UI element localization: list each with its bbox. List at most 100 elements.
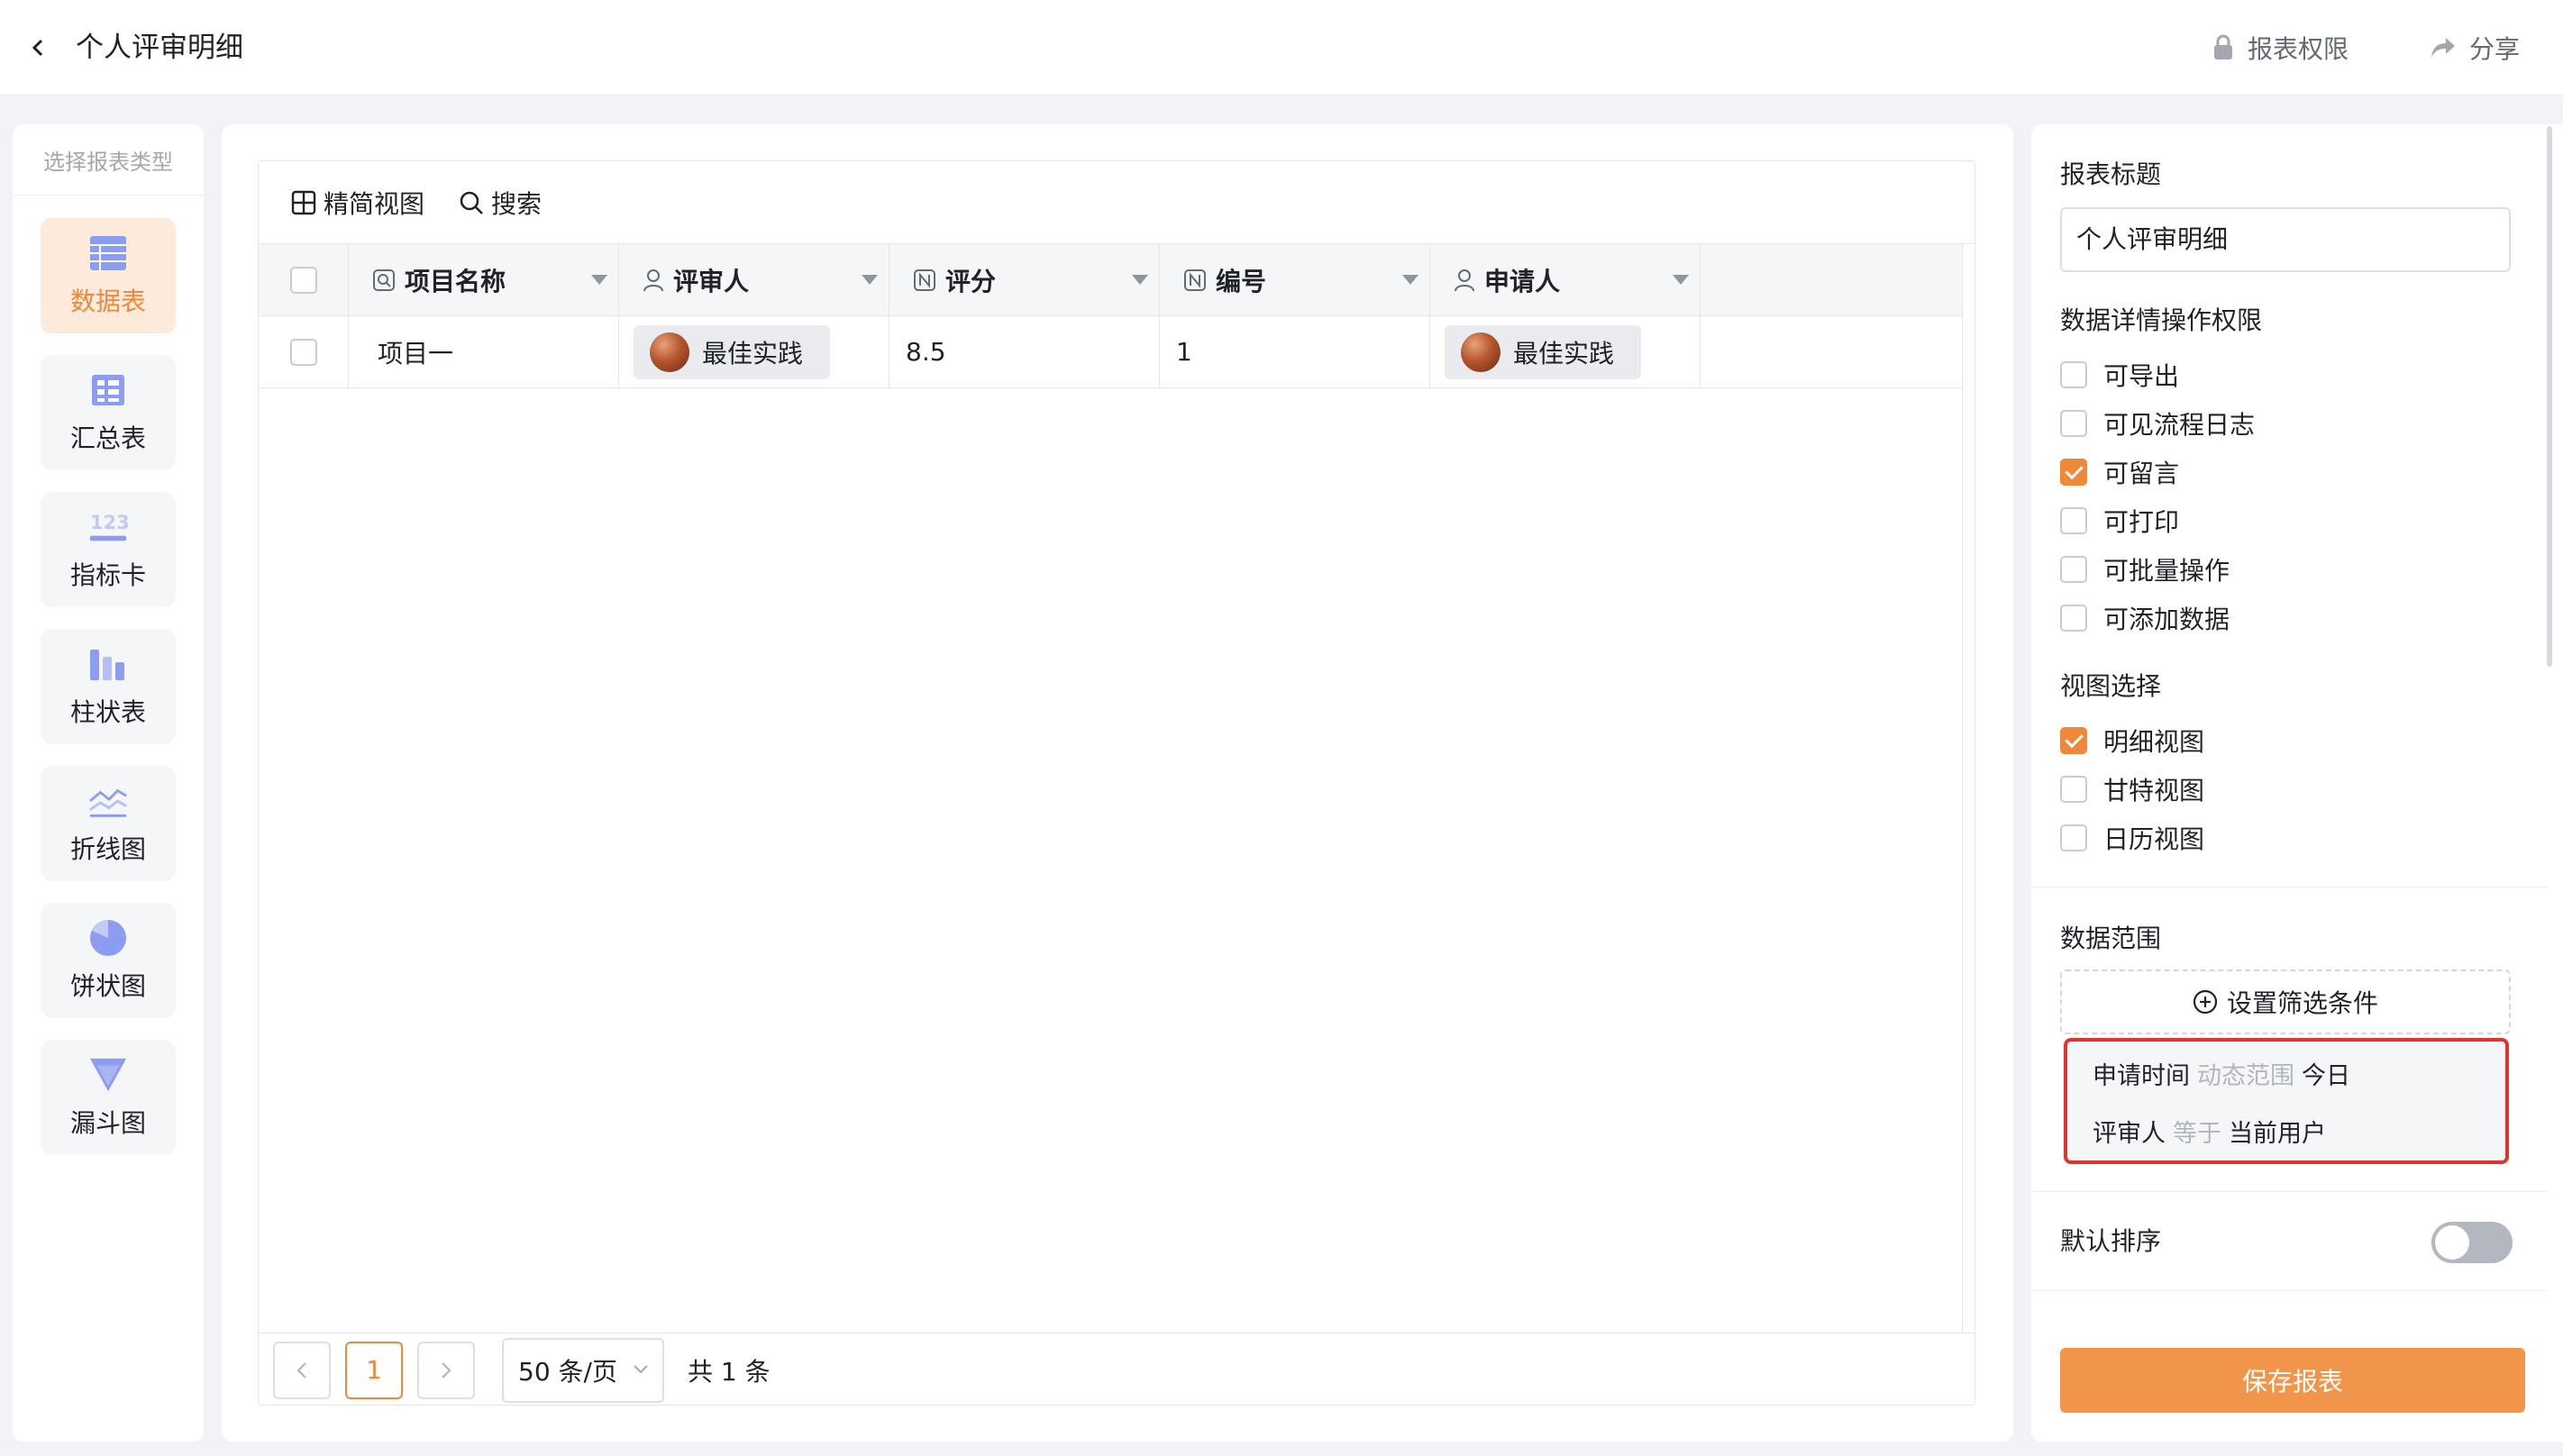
checkbox-label: 可打印 [2103, 507, 2180, 537]
type-card-line[interactable]: 折线图 [41, 766, 176, 881]
back-button[interactable] [16, 25, 61, 70]
row-checkbox[interactable] [289, 338, 317, 366]
checkbox[interactable] [2060, 361, 2087, 388]
caret-down-icon[interactable] [1402, 275, 1418, 285]
report-type-sidebar: 选择报表类型 数据表 汇总表 123 指标卡 柱状表 折线图 饼状图 漏斗图 [13, 124, 204, 1442]
column-header-label: 项目名称 [405, 266, 506, 296]
pagination: 1 50 条/页 共 1 条 [259, 1333, 1975, 1406]
type-card-label: 数据表 [69, 287, 146, 316]
metric-card-icon: 123 [88, 507, 128, 547]
next-page-button[interactable] [417, 1341, 475, 1399]
checkbox-checked[interactable] [2060, 727, 2087, 754]
table-row[interactable]: 项目一 最佳实践 8.5 1 最佳实践 [259, 316, 1962, 388]
share-label: 分享 [2469, 34, 2521, 64]
view-detail[interactable]: 明细视图 [2060, 723, 2204, 759]
user-icon [1454, 268, 1475, 292]
section-divider [2031, 1290, 2547, 1291]
share-icon [2431, 38, 2455, 58]
row-filler [1701, 316, 1962, 387]
section-divider [2031, 1191, 2547, 1192]
permission-batch[interactable]: 可批量操作 [2060, 551, 2230, 587]
type-card-table[interactable]: 数据表 [41, 218, 176, 333]
cell-number: 1 [1160, 316, 1430, 387]
add-filter-button[interactable]: 设置筛选条件 [2060, 969, 2511, 1034]
page-size-select[interactable]: 50 条/页 [502, 1337, 664, 1403]
permission-print[interactable]: 可打印 [2060, 503, 2179, 539]
caret-down-icon[interactable] [1673, 275, 1689, 285]
pie-chart-icon [88, 918, 128, 958]
column-header-number[interactable]: 编号 [1160, 244, 1430, 315]
type-card-label: 指标卡 [69, 560, 146, 590]
checkbox[interactable] [2060, 507, 2087, 534]
filter-condition[interactable]: 申请时间 动态范围 今日 [2093, 1056, 2350, 1091]
table-right-border [1962, 244, 1963, 1333]
page-size-value: 50 条/页 [518, 1356, 617, 1387]
view-select-label: 视图选择 [2060, 671, 2162, 701]
svg-text:123: 123 [90, 511, 128, 533]
number-icon [913, 268, 936, 292]
type-card-metric[interactable]: 123 指标卡 [41, 492, 176, 607]
type-card-label: 饼状图 [69, 971, 146, 1001]
default-sort-toggle[interactable] [2431, 1222, 2513, 1263]
type-card-funnel[interactable]: 漏斗图 [41, 1040, 176, 1155]
cell-applicant: 最佳实践 [1430, 316, 1701, 387]
checkbox-checked[interactable] [2060, 459, 2087, 486]
column-header-applicant[interactable]: 申请人 [1430, 244, 1701, 315]
view-calendar[interactable]: 日历视图 [2060, 820, 2204, 856]
permission-add-data[interactable]: 可添加数据 [2060, 600, 2230, 636]
permission-export[interactable]: 可导出 [2060, 357, 2179, 393]
user-chip[interactable]: 最佳实践 [1445, 324, 1642, 379]
chevron-left-icon [32, 39, 43, 57]
select-all-checkbox[interactable] [289, 266, 317, 294]
report-title-input[interactable]: 个人评审明细 [2060, 207, 2511, 272]
top-bar: 个人评审明细 报表权限 分享 [0, 0, 2563, 96]
table-icon [88, 233, 128, 273]
share-button[interactable]: 分享 [2430, 25, 2520, 70]
compact-view-button[interactable]: 精简视图 [291, 185, 424, 221]
table-toolbar: 精简视图 搜索 [259, 161, 1975, 244]
column-header-label: 评分 [945, 266, 997, 296]
checkbox[interactable] [2060, 556, 2087, 583]
permission-flow-log[interactable]: 可见流程日志 [2060, 405, 2255, 441]
filter-condition[interactable]: 评审人 等于 当前用户 [2093, 1114, 2326, 1149]
page-number-button[interactable]: 1 [345, 1341, 403, 1399]
grid-view-icon [291, 190, 316, 214]
user-chip[interactable]: 最佳实践 [634, 324, 831, 379]
checkbox[interactable] [2060, 776, 2087, 803]
checkbox-label: 日历视图 [2103, 824, 2205, 854]
column-header-label: 编号 [1216, 266, 1267, 296]
column-header-reviewer[interactable]: 评审人 [619, 244, 889, 315]
toggle-knob [2435, 1225, 2469, 1260]
filter-value: 今日 [2302, 1062, 2350, 1090]
type-card-pivot[interactable]: 汇总表 [41, 355, 176, 470]
total-count: 共 1 条 [688, 1356, 771, 1387]
cell-score: 8.5 [889, 316, 1160, 387]
type-card-bar[interactable]: 柱状表 [41, 629, 176, 744]
column-header-label: 评审人 [673, 266, 750, 296]
header-select-all [259, 244, 349, 315]
data-table: 精简视图 搜索 项目名称 评审人 评分 编号 申请人 项目一 最佳实践 8.5 … [258, 160, 1975, 1406]
filter-field: 评审人 [2093, 1120, 2166, 1148]
type-card-label: 漏斗图 [69, 1108, 146, 1138]
view-gantt[interactable]: 甘特视图 [2060, 771, 2204, 807]
user-chip-name: 最佳实践 [702, 338, 804, 369]
compact-view-label: 精简视图 [324, 188, 425, 219]
report-permission-button[interactable]: 报表权限 [2212, 25, 2349, 70]
type-card-pie[interactable]: 饼状图 [41, 903, 176, 1018]
checkbox[interactable] [2060, 410, 2087, 437]
row-select-cell [259, 316, 349, 387]
checkbox-label: 可见流程日志 [2103, 410, 2256, 440]
checkbox[interactable] [2060, 605, 2087, 632]
permission-comment[interactable]: 可留言 [2060, 454, 2179, 490]
column-header-project[interactable]: 项目名称 [349, 244, 619, 315]
checkbox[interactable] [2060, 824, 2087, 851]
search-button[interactable]: 搜索 [459, 185, 542, 221]
column-header-score[interactable]: 评分 [889, 244, 1160, 315]
config-scrollbar[interactable] [2547, 126, 2552, 667]
caret-down-icon[interactable] [1132, 275, 1148, 285]
caret-down-icon[interactable] [591, 275, 607, 285]
prev-page-button[interactable] [273, 1341, 331, 1399]
caret-down-icon[interactable] [862, 275, 878, 285]
save-report-button[interactable]: 保存报表 [2060, 1348, 2525, 1413]
chevron-right-icon [442, 1361, 451, 1379]
